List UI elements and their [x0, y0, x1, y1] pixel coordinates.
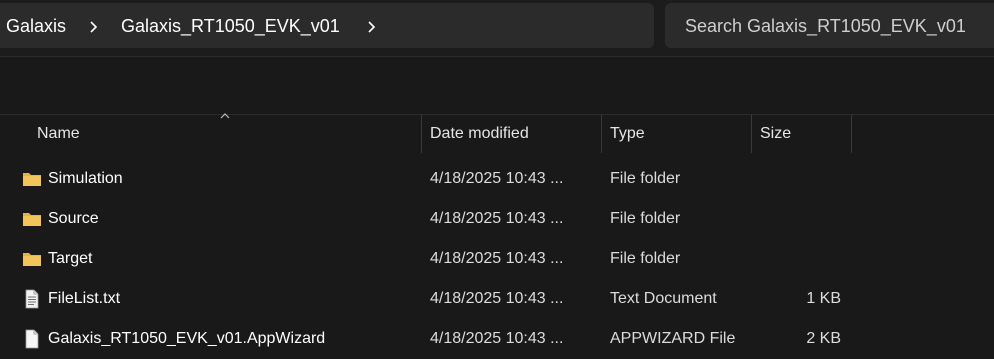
file-date: 4/18/2025 10:43 ...: [430, 170, 564, 187]
file-type: APPWIZARD File: [610, 330, 736, 347]
file-row[interactable]: Galaxis_RT1050_EVK_v01.AppWizard 4/18/20…: [0, 319, 994, 359]
file-date: 4/18/2025 10:43 ...: [430, 250, 564, 267]
file-type: File folder: [610, 170, 681, 187]
file-name: FileList.txt: [48, 290, 121, 307]
command-bar: [0, 57, 994, 115]
breadcrumb-item-galaxis[interactable]: Galaxis: [6, 16, 66, 37]
file-size: [760, 159, 841, 199]
column-header-size[interactable]: Size: [760, 115, 845, 153]
file-type: Text Document: [610, 290, 717, 307]
column-header-type[interactable]: Type: [610, 115, 745, 153]
column-divider[interactable]: [601, 115, 602, 153]
file-type: File folder: [610, 250, 681, 267]
file-date: 4/18/2025 10:43 ...: [430, 330, 564, 347]
column-divider[interactable]: [751, 115, 752, 153]
search-placeholder: Search Galaxis_RT1050_EVK_v01: [685, 16, 966, 36]
file-size: [760, 199, 841, 239]
file-name: Simulation: [48, 170, 123, 187]
search-input[interactable]: Search Galaxis_RT1050_EVK_v01: [665, 3, 994, 48]
column-header-row: Name Date modified Type Size: [0, 113, 994, 153]
file-date: 4/18/2025 10:43 ...: [430, 290, 564, 307]
file-size: 2 KB: [806, 330, 841, 347]
folder-icon: [23, 253, 41, 266]
file-name: Galaxis_RT1050_EVK_v01.AppWizard: [48, 330, 326, 347]
file-name: Target: [48, 250, 93, 267]
file-row[interactable]: Target 4/18/2025 10:43 ... File folder: [0, 239, 994, 279]
top-bar: Galaxis Galaxis_RT1050_EVK_v01 Search Ga…: [0, 0, 994, 57]
file-date: 4/18/2025 10:43 ...: [430, 210, 564, 227]
file-size: [760, 239, 841, 279]
breadcrumb-item-project[interactable]: Galaxis_RT1050_EVK_v01: [121, 16, 340, 37]
folder-icon: [23, 213, 41, 226]
file-icon: [25, 329, 39, 349]
file-type: File folder: [610, 210, 681, 227]
file-name: Source: [48, 210, 99, 227]
column-header-name[interactable]: Name: [37, 115, 417, 153]
file-row[interactable]: Simulation 4/18/2025 10:43 ... File fold…: [0, 159, 994, 199]
file-size: 1 KB: [806, 290, 841, 307]
text-file-icon: [25, 289, 39, 309]
column-divider[interactable]: [421, 115, 422, 153]
file-row[interactable]: FileList.txt 4/18/2025 10:43 ... Text Do…: [0, 279, 994, 319]
file-row[interactable]: Source 4/18/2025 10:43 ... File folder: [0, 199, 994, 239]
folder-icon: [23, 173, 41, 186]
chevron-right-icon[interactable]: [87, 17, 101, 37]
address-bar[interactable]: Galaxis Galaxis_RT1050_EVK_v01: [0, 3, 654, 48]
column-header-date[interactable]: Date modified: [430, 115, 595, 153]
chevron-right-icon[interactable]: [365, 17, 379, 37]
column-divider[interactable]: [851, 115, 852, 153]
